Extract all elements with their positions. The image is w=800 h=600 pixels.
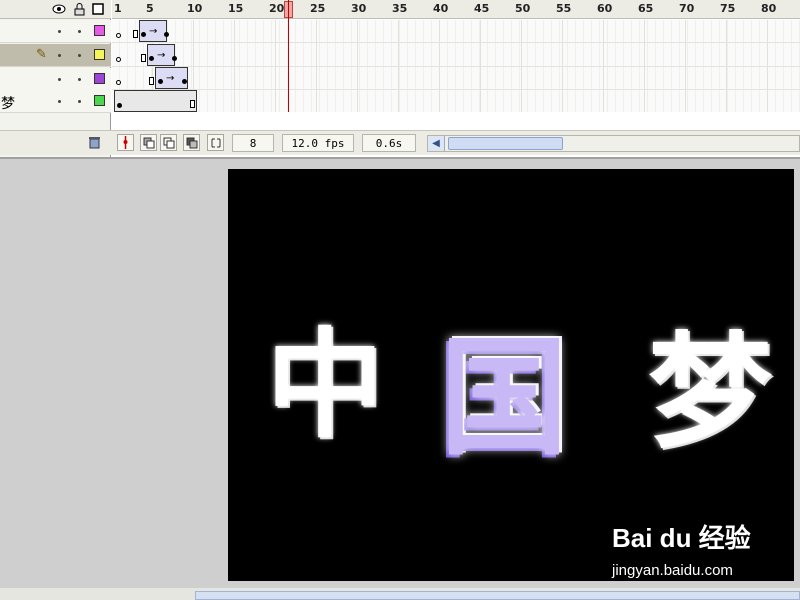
layer-color-swatch[interactable]	[94, 49, 105, 60]
onion-outlines-icon[interactable]	[160, 134, 177, 151]
layer-row-2[interactable]: ✎	[0, 44, 111, 67]
ruler-tick: 80	[761, 2, 777, 15]
ruler-tick: 25	[310, 2, 326, 15]
layer-name: 梦	[1, 96, 15, 112]
stage-text-meng[interactable]: 梦	[648, 291, 772, 471]
layer-row-3[interactable]	[0, 68, 111, 91]
keyframe[interactable]	[164, 32, 169, 37]
watermark-logo: Bai du 经验	[612, 523, 751, 553]
lock-dot[interactable]	[78, 100, 81, 103]
keyframe[interactable]	[149, 56, 154, 61]
frame-row-4[interactable]	[112, 90, 800, 112]
watermark-url: jingyan.baidu.com	[612, 562, 733, 579]
keyframe[interactable]	[172, 56, 177, 61]
onion-skin-icon[interactable]	[140, 134, 157, 151]
playhead-line[interactable]	[288, 0, 289, 112]
pencil-icon: ✎	[36, 47, 47, 62]
scroll-left-arrow-icon[interactable]: ◀	[428, 136, 445, 151]
frame-end[interactable]	[190, 100, 195, 108]
layer-color-swatch[interactable]	[94, 95, 105, 106]
ruler-tick: 65	[638, 2, 654, 15]
baidu-jingyan-watermark: Bai du 经验 jingyan.baidu.com	[612, 518, 762, 588]
visibility-dot[interactable]	[58, 78, 61, 81]
ruler-tick: 40	[433, 2, 449, 15]
scroll-thumb[interactable]	[448, 137, 563, 150]
center-frame-icon[interactable]	[117, 134, 134, 151]
visibility-dot[interactable]	[58, 100, 61, 103]
outline-icon[interactable]	[91, 2, 105, 16]
stage-text-guo[interactable]: 国	[440, 294, 568, 479]
frame-end[interactable]	[141, 54, 146, 62]
scroll-thumb[interactable]	[195, 591, 800, 600]
lock-icon[interactable]	[72, 2, 86, 16]
keyframe[interactable]	[182, 79, 187, 84]
layer-panel-header	[0, 0, 111, 19]
lock-dot[interactable]	[78, 78, 81, 81]
lock-dot[interactable]	[78, 30, 81, 33]
visibility-dot[interactable]	[58, 54, 61, 57]
ruler-tick: 1	[114, 2, 122, 15]
ruler-tick: 45	[474, 2, 490, 15]
frame-end[interactable]	[133, 30, 138, 38]
onion-markers-icon[interactable]	[207, 134, 224, 151]
blank-keyframe[interactable]	[116, 57, 121, 62]
tween-arrow: →	[157, 50, 166, 61]
frame-rate-field[interactable]: 12.0 fps	[282, 134, 354, 152]
ruler-tick: 5	[146, 2, 154, 15]
trash-icon[interactable]	[86, 134, 103, 151]
blank-keyframe[interactable]	[116, 33, 121, 38]
layer-color-swatch[interactable]	[94, 73, 105, 84]
timeline-panel: ✎ 梦 1 5 10 15 20 25 30 35 40 45 50 55 60…	[0, 0, 800, 157]
eye-icon[interactable]	[52, 2, 66, 16]
ruler-tick: 20	[269, 2, 285, 15]
frame-grid[interactable]: 1 5 10 15 20 25 30 35 40 45 50 55 60 65 …	[112, 0, 800, 112]
frame-row-2[interactable]: →	[112, 44, 800, 67]
layer-row-1[interactable]	[0, 20, 111, 43]
ruler-tick: 35	[392, 2, 408, 15]
current-frame-field: 8	[232, 134, 274, 152]
layer-row-4[interactable]: 梦	[0, 90, 111, 113]
layer-color-swatch[interactable]	[94, 25, 105, 36]
flash-editor: ✎ 梦 1 5 10 15 20 25 30 35 40 45 50 55 60…	[0, 0, 800, 600]
keyframe[interactable]	[158, 79, 163, 84]
lock-dot[interactable]	[78, 54, 81, 57]
ruler-tick: 70	[679, 2, 695, 15]
static-frames[interactable]	[114, 90, 197, 112]
elapsed-time-field: 0.6s	[362, 134, 416, 152]
ruler-tick: 50	[515, 2, 531, 15]
ruler-tick: 10	[187, 2, 203, 15]
ruler-tick: 30	[351, 2, 367, 15]
ruler-tick: 15	[228, 2, 244, 15]
timeline-status-bar: 8 12.0 fps 0.6s ◀	[0, 130, 800, 155]
visibility-dot[interactable]	[58, 30, 61, 33]
stage-text-zhong[interactable]: 中	[266, 289, 384, 460]
stage-horizontal-scrollbar[interactable]	[0, 588, 800, 600]
frame-ruler[interactable]: 1 5 10 15 20 25 30 35 40 45 50 55 60 65 …	[112, 0, 800, 19]
frame-row-3[interactable]: →	[112, 67, 800, 90]
ruler-tick: 55	[556, 2, 572, 15]
edit-multiple-frames-icon[interactable]	[183, 134, 200, 151]
blank-keyframe[interactable]	[116, 80, 121, 85]
tween-arrow: →	[166, 73, 175, 84]
ruler-tick: 75	[720, 2, 736, 15]
frame-row-1[interactable]: →	[112, 20, 800, 43]
timeline-horizontal-scrollbar[interactable]: ◀	[427, 135, 800, 152]
frame-end[interactable]	[149, 77, 154, 85]
tween-arrow: →	[149, 26, 158, 37]
keyframe[interactable]	[141, 32, 146, 37]
keyframe[interactable]	[117, 103, 122, 108]
frame-cells[interactable]: → → →	[112, 20, 800, 112]
ruler-tick: 60	[597, 2, 613, 15]
